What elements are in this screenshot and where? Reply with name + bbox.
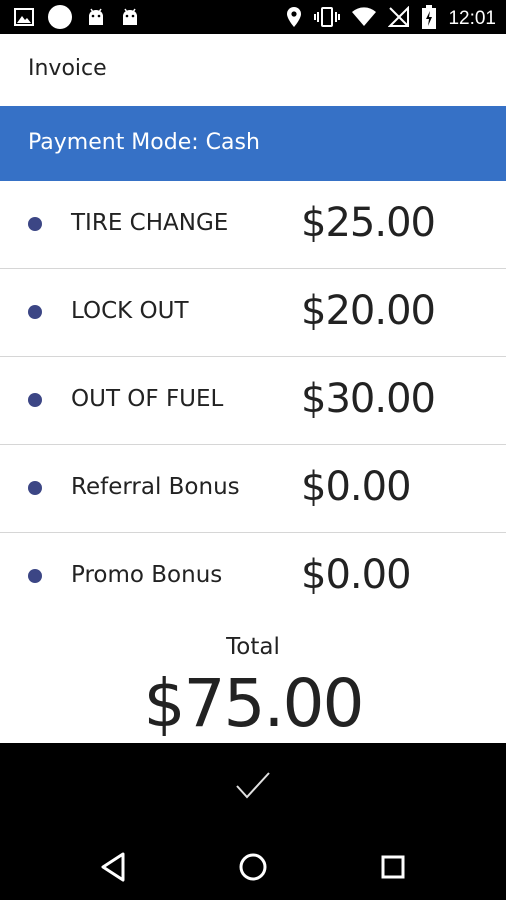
status-time: 12:01 [448, 8, 496, 29]
bullet-icon [28, 217, 42, 231]
item-amount: $30.00 [301, 376, 436, 422]
back-button[interactable] [97, 850, 131, 884]
circle-icon [48, 5, 72, 33]
invoice-item-row: TIRE CHANGE $25.00 [0, 181, 506, 269]
item-label: LOCK OUT [71, 298, 189, 324]
recents-button[interactable] [376, 850, 410, 884]
android-icon [86, 7, 106, 31]
status-bar-right: 12:01 [286, 5, 496, 33]
item-amount: $20.00 [301, 288, 436, 334]
page-title: Invoice [28, 56, 107, 81]
item-label: TIRE CHANGE [71, 210, 229, 236]
invoice-item-row: OUT OF FUEL $30.00 [0, 357, 506, 445]
location-icon [286, 6, 302, 32]
item-amount: $0.00 [301, 552, 412, 598]
no-signal-icon [388, 5, 410, 32]
item-amount: $25.00 [301, 200, 436, 246]
status-bar-left [14, 5, 140, 33]
checkmark-icon [236, 772, 270, 799]
item-amount: $0.00 [301, 464, 412, 510]
navigation-bar [0, 832, 506, 900]
back-icon [101, 852, 125, 882]
home-icon [239, 853, 267, 881]
wifi-icon [352, 7, 377, 31]
bullet-icon [28, 481, 42, 495]
invoice-item-row: Promo Bonus $0.00 [0, 533, 506, 620]
android-icon [120, 7, 140, 31]
bullet-icon [28, 305, 42, 319]
image-icon [14, 8, 34, 30]
item-label: Promo Bonus [71, 562, 223, 588]
total-label: Total [226, 634, 280, 660]
bullet-icon [28, 569, 42, 583]
bullet-icon [28, 393, 42, 407]
invoice-items-list: TIRE CHANGE $25.00 LOCK OUT $20.00 OUT O… [0, 181, 506, 620]
status-bar: 12:01 [0, 0, 506, 34]
invoice-item-row: Referral Bonus $0.00 [0, 445, 506, 533]
item-label: Referral Bonus [71, 474, 240, 500]
recents-icon [381, 855, 405, 879]
total-amount: $75.00 [143, 665, 365, 742]
invoice-item-row: LOCK OUT $20.00 [0, 269, 506, 357]
item-label: OUT OF FUEL [71, 386, 224, 412]
payment-mode-text: Payment Mode: Cash [28, 130, 260, 155]
home-button[interactable] [236, 850, 270, 884]
confirm-button[interactable] [0, 743, 506, 832]
app-bar: Invoice [0, 34, 506, 106]
vibrate-icon [314, 6, 341, 32]
battery-charging-icon [422, 5, 437, 33]
payment-mode-banner: Payment Mode: Cash [0, 106, 506, 181]
